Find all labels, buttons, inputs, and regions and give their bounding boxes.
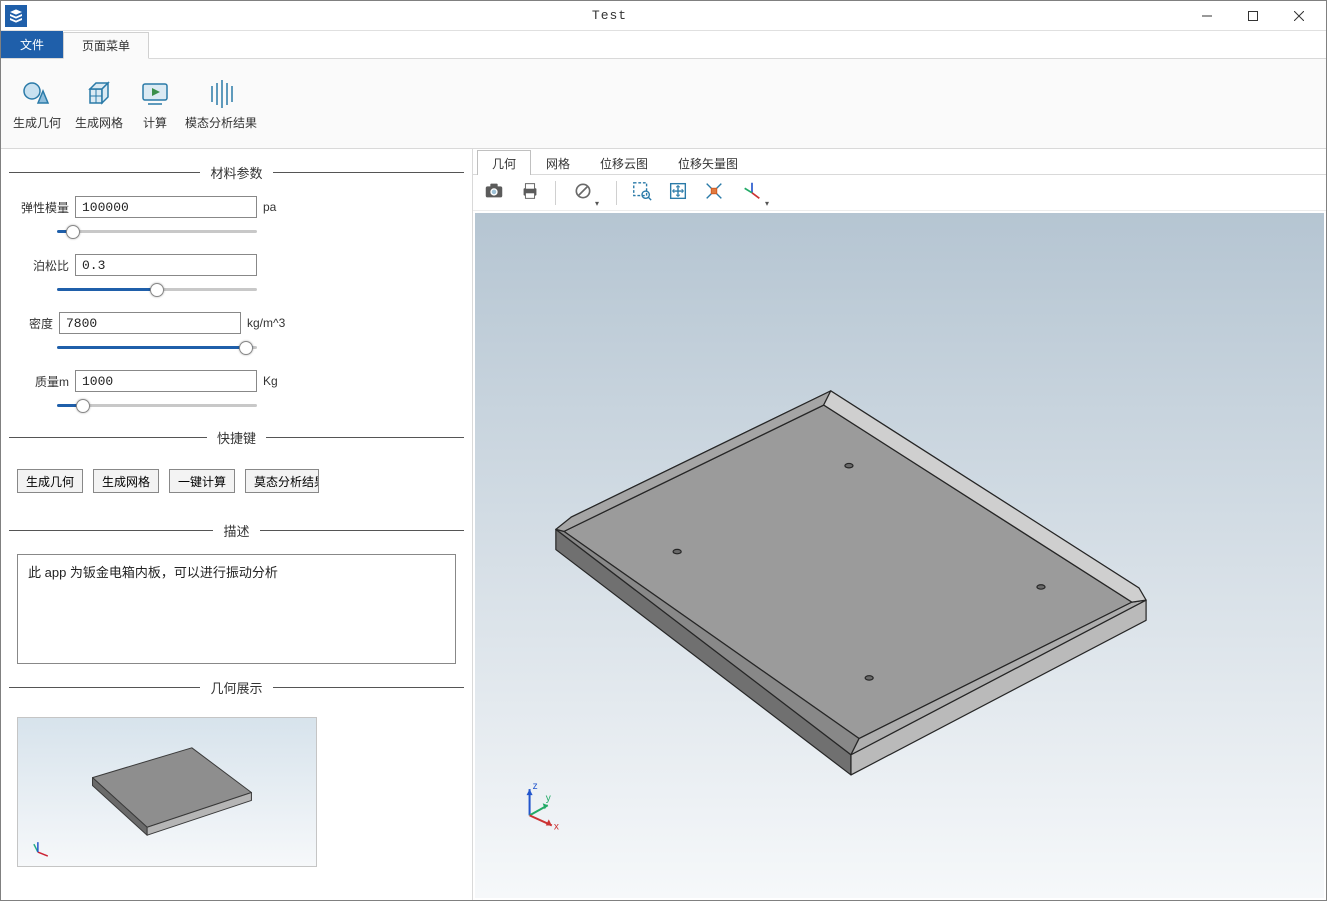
maximize-button[interactable] (1230, 2, 1276, 30)
separator (555, 181, 556, 205)
elastic-input[interactable] (75, 196, 257, 218)
print-button[interactable] (515, 178, 545, 208)
material-params-legend: 材料参数 (200, 163, 272, 182)
cube-icon (82, 77, 116, 111)
ribbon-item-label: 计算 (143, 117, 167, 130)
3d-viewport[interactable]: z y x (475, 213, 1324, 898)
description-legend: 描述 (213, 521, 259, 540)
compute-button[interactable]: 计算 (131, 65, 179, 143)
zoom-window-button[interactable] (627, 178, 657, 208)
shortcuts-group: 快捷键 生成几何 生成网格 一键计算 莫态分析结果 (9, 428, 464, 507)
axis-orientation-dropdown[interactable]: ▾ (735, 178, 775, 208)
zoom-window-icon (631, 180, 653, 205)
waves-icon (204, 77, 238, 111)
ribbon-content: 生成几何 生成网格 计算 (1, 59, 1326, 149)
svg-text:x: x (554, 822, 559, 833)
generate-mesh-button[interactable]: 生成网格 (69, 65, 129, 143)
elastic-unit: pa (263, 200, 276, 214)
mass-label: 质量m (17, 373, 69, 390)
file-tab[interactable]: 文件 (1, 31, 63, 58)
left-panel: 材料参数 弹性模量 pa 泊松比 密度 (1, 149, 473, 900)
mass-input[interactable] (75, 370, 257, 392)
play-icon (138, 77, 172, 111)
description-group: 描述 此 app 为钣金电箱内板，可以进行振动分析 (9, 521, 464, 664)
shortcut-modal-results[interactable]: 莫态分析结果 (245, 469, 319, 493)
description-text: 此 app 为钣金电箱内板，可以进行振动分析 (17, 554, 456, 664)
shortcuts-legend: 快捷键 (207, 428, 266, 447)
poisson-label: 泊松比 (17, 257, 69, 274)
window-title: Test (35, 8, 1184, 23)
right-pane: 几何 网格 位移云图 位移矢量图 ▾ (473, 149, 1326, 900)
shortcut-gen-mesh[interactable]: 生成网格 (93, 469, 159, 493)
app-icon (5, 5, 27, 27)
page-menu-tab[interactable]: 页面菜单 (63, 32, 149, 59)
prohibit-dropdown[interactable]: ▾ (566, 178, 606, 208)
material-params-group: 材料参数 弹性模量 pa 泊松比 密度 (9, 163, 464, 414)
tab-geometry[interactable]: 几何 (477, 150, 531, 175)
chevron-down-icon: ▾ (765, 199, 769, 208)
main-area: 材料参数 弹性模量 pa 泊松比 密度 (1, 149, 1326, 900)
fit-view-button[interactable] (663, 178, 693, 208)
elastic-slider[interactable] (57, 229, 257, 233)
modal-results-button[interactable]: 模态分析结果 (181, 65, 261, 143)
camera-icon (483, 180, 505, 205)
shortcut-gen-geometry[interactable]: 生成几何 (17, 469, 83, 493)
poisson-input[interactable] (75, 254, 257, 276)
mass-slider[interactable] (57, 403, 257, 407)
density-input[interactable] (59, 312, 241, 334)
zoom-selection-button[interactable] (699, 178, 729, 208)
generate-geometry-button[interactable]: 生成几何 (7, 65, 67, 143)
poisson-slider[interactable] (57, 287, 257, 291)
geometry-legend: 几何展示 (200, 678, 272, 697)
tab-mesh[interactable]: 网格 (531, 150, 585, 175)
fit-view-icon (667, 180, 689, 205)
ribbon-tabs: 文件 页面菜单 (1, 31, 1326, 59)
camera-button[interactable] (479, 178, 509, 208)
tab-displacement-cloud[interactable]: 位移云图 (585, 150, 663, 175)
tab-displacement-vector[interactable]: 位移矢量图 (663, 150, 753, 175)
density-slider[interactable] (57, 345, 257, 349)
density-label: 密度 (17, 315, 53, 332)
density-unit: kg/m^3 (247, 316, 285, 330)
mass-unit: Kg (263, 374, 278, 388)
prohibit-icon (573, 181, 593, 204)
view-toolbar: ▾ (473, 175, 1326, 211)
ribbon-item-label: 生成网格 (75, 117, 123, 130)
elastic-label: 弹性模量 (17, 199, 69, 216)
chevron-down-icon: ▾ (595, 199, 599, 208)
close-button[interactable] (1276, 2, 1322, 30)
zoom-selection-icon (703, 180, 725, 205)
svg-text:y: y (546, 793, 552, 804)
ribbon-item-label: 生成几何 (13, 117, 61, 130)
geometry-preview[interactable] (17, 717, 317, 867)
axis-icon (741, 180, 763, 205)
printer-icon (519, 180, 541, 205)
title-bar: Test (1, 1, 1326, 31)
shortcut-compute[interactable]: 一键计算 (169, 469, 235, 493)
view-tabs: 几何 网格 位移云图 位移矢量图 (473, 149, 1326, 175)
ribbon-item-label: 模态分析结果 (185, 117, 257, 130)
shapes-icon (20, 77, 54, 111)
geometry-group: 几何展示 (9, 678, 464, 867)
separator (616, 181, 617, 205)
minimize-button[interactable] (1184, 2, 1230, 30)
svg-text:z: z (533, 781, 538, 792)
